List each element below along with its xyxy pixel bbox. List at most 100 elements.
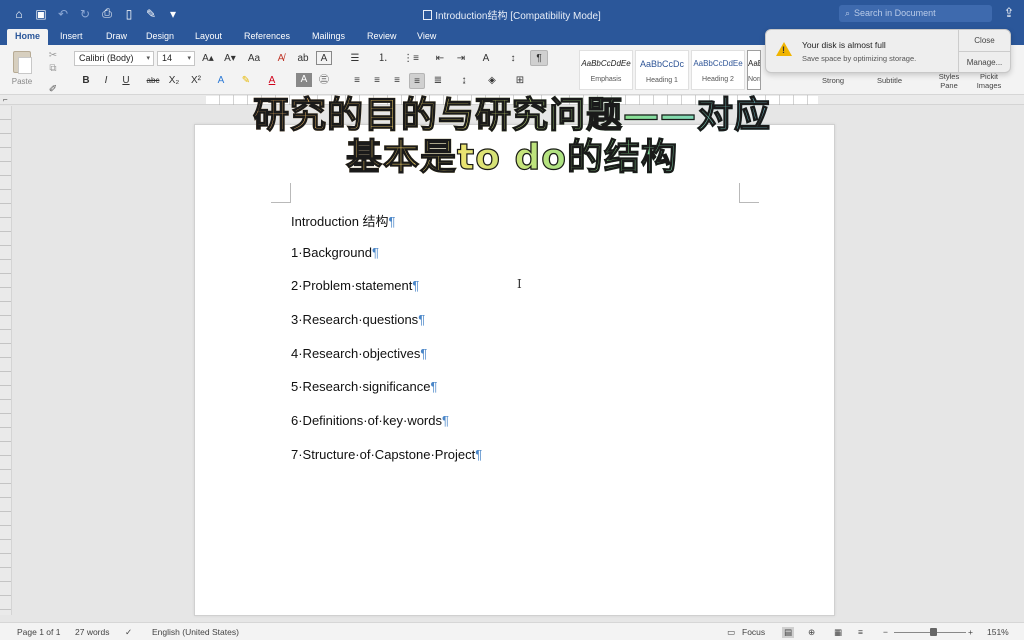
doc-line[interactable]: 4·Research·objectives¶ [291,346,427,361]
disk-full-notification: ! Your disk is almost full Save space by… [765,29,1011,73]
document-title-text: Introduction结构 [Compatibility Mode] [435,11,601,22]
tab-insert[interactable]: Insert [60,29,83,45]
notification-body: Save space by optimizing storage. [802,54,917,63]
doc-line[interactable]: 6·Definitions·of·key·words¶ [291,413,449,428]
style-name: Heading 1 [646,77,678,84]
change-case-icon[interactable]: Aa [246,51,262,67]
cut-icon[interactable]: ✂ [46,49,60,62]
font-size-value: 14 [162,53,173,63]
pilcrow-mark: ¶ [412,278,420,293]
notification-actions: Close Manage... [958,30,1010,72]
tab-review[interactable]: Review [367,29,397,45]
style-heading-2[interactable]: AaBbCcDdEe Heading 2 [691,50,745,90]
show-formatting-button[interactable]: ¶ [530,50,548,66]
clear-formatting-icon[interactable]: A̸ [273,51,289,67]
styles-gallery: AaBbCcDdEe Emphasis AaBbCcDc Heading 1 A… [579,50,761,90]
print-layout-icon[interactable]: ▤ [782,627,795,638]
doc-heading[interactable]: Introduction 结构¶ [291,211,396,230]
word-count[interactable]: 27 words [75,627,110,637]
manage-button[interactable]: Manage... [959,51,1010,72]
doc-line[interactable]: 7·Structure·of·Capstone·Project¶ [291,447,482,462]
style-preview: AaBbCcDdEe [581,59,631,68]
pilcrow-mark: ¶ [420,346,428,361]
font-size-select[interactable]: 14 ▾ [157,51,195,66]
pilcrow-mark: ¶ [418,312,426,327]
line-text: 7·Structure·of·Capstone·Project [291,447,476,462]
close-button[interactable]: Close [959,30,1010,51]
search-input[interactable]: ⌕ Search in Document [839,5,992,22]
doc-line[interactable]: 1·Background¶ [291,245,379,260]
phonetic-guide-icon[interactable]: ab [295,51,311,67]
zoom-slider-knob[interactable] [930,628,937,636]
tab-view[interactable]: View [417,29,436,45]
line-text: 4·Research·objectives [291,346,421,361]
style-name: Emphasis [590,76,622,83]
pilcrow-mark: ¶ [430,379,438,394]
style-name: Normal [748,76,760,83]
zoom-in-icon[interactable]: + [968,627,973,637]
sort-icon[interactable]: ↕ [505,51,521,67]
tab-draw[interactable]: Draw [106,29,127,45]
multilevel-list-icon[interactable]: ⋮≡ [403,51,419,67]
style-emphasis[interactable]: AaBbCcDdEe Emphasis [579,50,633,90]
paste-label: Paste [11,77,33,86]
status-bar: Page 1 of 1 27 words ✓ English (United S… [0,622,1024,640]
increase-indent-icon[interactable]: ⇥ [453,51,469,67]
page-count[interactable]: Page 1 of 1 [17,627,60,637]
tab-home[interactable]: Home [7,29,49,45]
crop-mark [271,183,291,203]
style-strong-label[interactable]: Strong [822,76,844,85]
style-heading-1[interactable]: AaBbCcDc Heading 1 [635,50,689,90]
read-mode-icon[interactable]: ▦ [834,627,842,638]
decrease-indent-icon[interactable]: ⇤ [432,51,448,67]
style-subtitle-label[interactable]: Subtitle [877,76,902,85]
copy-icon[interactable]: ⧉ [46,62,60,75]
doc-line[interactable]: 5·Research·significance¶ [291,379,437,394]
chevron-down-icon: ▾ [146,55,150,62]
character-shading-icon[interactable]: A [296,73,312,87]
outline-view-icon[interactable]: ≡ [858,627,863,637]
warning-icon: ! [776,42,792,56]
focus-icon[interactable]: ▭ [727,627,735,638]
style-normal[interactable]: AaB Normal [747,50,761,90]
line-text: 1·Background [291,245,372,260]
tab-references[interactable]: References [244,29,290,45]
tab-mailings[interactable]: Mailings [312,29,345,45]
pilcrow-mark: ¶ [442,413,449,428]
grow-font-icon[interactable]: A▴ [200,51,216,67]
tab-layout[interactable]: Layout [195,29,222,45]
web-layout-icon[interactable]: ⊕ [808,627,815,638]
search-placeholder: Search in Document [854,8,936,18]
doc-line[interactable]: 3·Research·questions¶ [291,312,425,327]
style-preview: AaBbCcDdEe [693,59,743,68]
paste-button[interactable]: Paste [8,51,36,89]
font-name-value: Calibri (Body) [79,53,134,63]
tab-design[interactable]: Design [146,29,174,45]
proofing-icon[interactable]: ✓ [125,627,132,638]
shrink-font-icon[interactable]: A▾ [222,51,238,67]
overlay-caption-line-2: 基本是to do的结构 [0,128,1024,180]
text-cursor-icon: I [517,277,522,291]
line-text: 3·Research·questions [291,312,419,327]
line-text: 5·Research·significance [291,379,431,394]
notification-title: Your disk is almost full [802,40,886,50]
vertical-ruler[interactable] [0,106,12,615]
share-icon[interactable]: ⇪ [1001,5,1017,21]
clipboard-icon [13,51,32,74]
character-border-icon[interactable]: A [316,51,332,65]
document-icon [423,10,433,20]
line-text: 6·Definitions·of·key·words [291,413,442,428]
style-name: Heading 2 [702,76,734,83]
style-preview: AaBbCcDc [639,59,684,69]
font-name-select[interactable]: Calibri (Body) ▾ [74,51,154,66]
doc-line[interactable]: 2·Problem·statement¶ [291,278,419,293]
focus-button[interactable]: Focus [742,627,765,637]
numbering-icon[interactable]: ⒈ [375,51,391,67]
zoom-out-icon[interactable]: − [883,627,888,637]
document-page[interactable]: Introduction 结构¶ 1·Background¶ 2·Problem… [194,124,835,616]
title-bar: ⌂ ▣ ↶ ↻ ⎙ ▯ ✎ ▾ Introduction结构 [Compatib… [0,0,1024,27]
language-status[interactable]: English (United States) [152,627,239,637]
bullets-icon[interactable]: ☰ [347,51,363,67]
asian-layout-icon[interactable]: A [478,51,494,67]
zoom-level[interactable]: 151% [987,627,1009,637]
